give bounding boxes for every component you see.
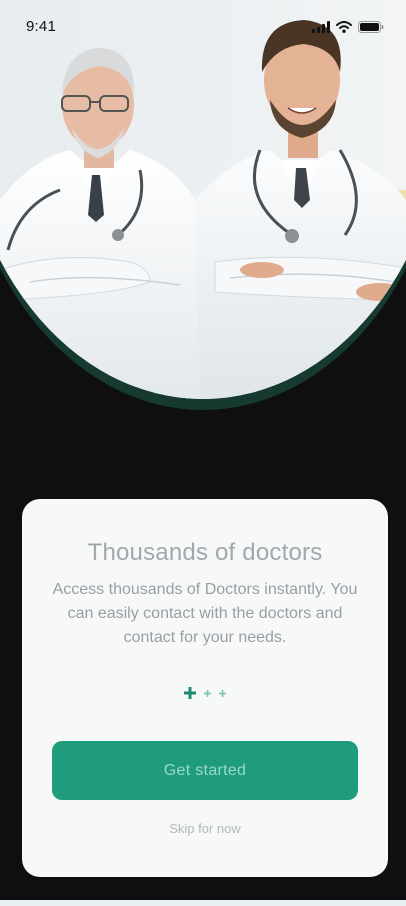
signal-icon	[312, 21, 330, 33]
status-time: 9:41	[26, 18, 56, 35]
page-dot-active[interactable]	[184, 687, 196, 699]
onboarding-screen: 9:41 Thousands of doctors Access thousan	[0, 0, 406, 906]
hero-image-frame	[0, 0, 406, 410]
onboarding-title: Thousands of doctors	[87, 539, 323, 566]
battery-icon	[358, 21, 384, 33]
doctors-photo	[0, 0, 406, 399]
page-indicator	[22, 687, 388, 699]
status-bar: 9:41	[0, 0, 406, 52]
hero-image-clip	[0, 0, 406, 399]
onboarding-card: Thousands of doctors Access thousands of…	[22, 499, 388, 877]
wifi-icon	[336, 21, 352, 33]
page-dot[interactable]	[219, 689, 226, 697]
status-icons	[312, 20, 384, 34]
page-dot[interactable]	[204, 689, 211, 697]
get-started-button[interactable]: Get started	[52, 741, 358, 800]
skip-link[interactable]: Skip for now	[22, 821, 388, 836]
onboarding-description: Access thousands of Doctors instantly. Y…	[52, 581, 358, 646]
home-indicator-area	[0, 900, 406, 906]
